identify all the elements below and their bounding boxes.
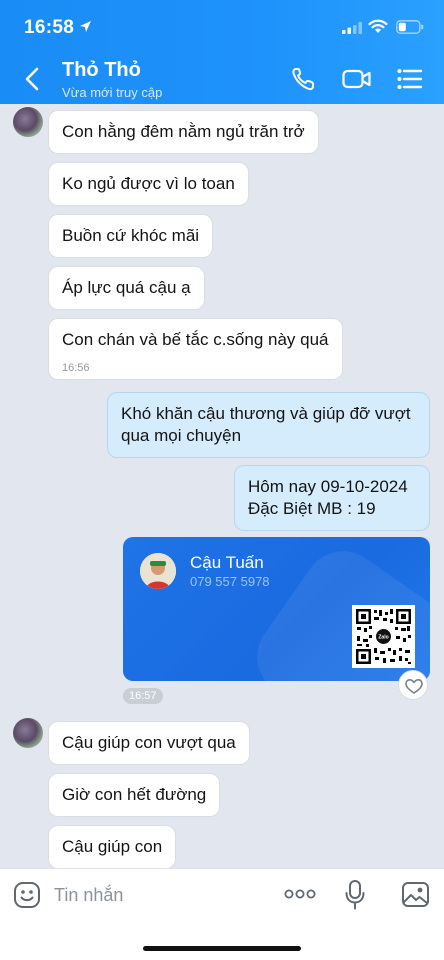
message-bubble[interactable]: Giờ con hết đường [48,773,221,817]
status-bar: 16:58 [0,0,444,54]
message-text: Buồn cứ khóc mãi [62,226,200,245]
list-menu-icon[interactable] [396,66,424,92]
message-text: Áp lực quá cậu ạ [62,278,191,297]
message-bubble[interactable]: Áp lực quá cậu ạ [48,266,205,310]
chat-header: 16:58 Thỏ Thỏ Vừa mới truy cập [0,0,444,104]
qr-code-icon: Zalo [355,608,412,665]
message-text: Cậu giúp con vượt qua [62,733,236,752]
image-icon[interactable] [401,881,430,908]
message-input[interactable]: Tin nhắn [54,885,123,906]
message-text: Cậu giúp con [62,837,163,856]
message-text: Con chán và bế tắc c.sống này quá [62,330,329,349]
more-dots-icon[interactable] [284,887,316,901]
message-bubble[interactable]: Buồn cứ khóc mãi [48,214,214,258]
microphone-icon[interactable] [344,879,366,911]
contact-phone: 079 557 5978 [190,574,270,589]
message-text: Ko ngủ được vì lo toan [62,174,235,193]
my-message-bubble[interactable]: Khó khăn cậu thương và giúp đỡ vượt qua … [107,392,430,458]
message-input-bar: Tin nhắn [0,868,444,960]
wifi-icon [368,19,388,33]
message-text: Giờ con hết đường [62,785,207,804]
react-heart-button[interactable] [398,670,428,700]
chevron-left-icon[interactable] [22,66,44,92]
message-bubble[interactable]: Con chán và bế tắc c.sống này quá 16:56 [48,318,343,380]
my-message-bubble[interactable]: Hôm nay 09-10-2024 Đặc Biệt MB : 19 [234,465,430,531]
heart-icon [405,679,423,694]
cellular-signal-icon [342,22,362,34]
qr-logo-text: Zalo [378,635,388,641]
chat-subtitle: Vừa mới truy cập [62,85,163,100]
person-avatar-icon [140,553,176,589]
contact-name: Cậu Tuấn [190,553,264,572]
location-arrow-icon [80,21,91,32]
message-text-line: Đặc Biệt MB : 19 [248,499,376,518]
message-text-line: Hôm nay 09-10-2024 [248,477,408,496]
message-text-line: Khó khăn cậu thương và giúp đỡ vượt [121,404,411,423]
avatar[interactable] [13,718,43,748]
message-text-line: qua mọi chuyện [121,426,242,445]
message-bubble[interactable]: Con hằng đêm nằm ngủ trăn trở [48,110,319,154]
avatar[interactable] [13,107,43,137]
contact-card[interactable]: Cậu Tuấn 079 557 5978 Zalo [123,537,430,681]
home-indicator[interactable] [143,946,301,951]
status-time: 16:58 [24,17,75,38]
card-timestamp: 16:57 [123,688,163,704]
qr-code: Zalo [352,605,415,668]
video-camera-icon[interactable] [342,66,372,92]
message-text: Con hằng đêm nằm ngủ trăn trở [62,122,305,141]
message-bubble[interactable]: Cậu giúp con [48,825,177,869]
message-bubble[interactable]: Ko ngủ được vì lo toan [48,162,249,206]
emoji-sticker-icon[interactable] [13,881,41,909]
message-bubble[interactable]: Cậu giúp con vượt qua [48,721,250,765]
message-timestamp: 16:56 [62,362,90,374]
chat-title[interactable]: Thỏ Thỏ [62,59,141,82]
contact-avatar [140,553,176,589]
battery-icon [396,20,424,34]
phone-icon[interactable] [290,66,318,92]
